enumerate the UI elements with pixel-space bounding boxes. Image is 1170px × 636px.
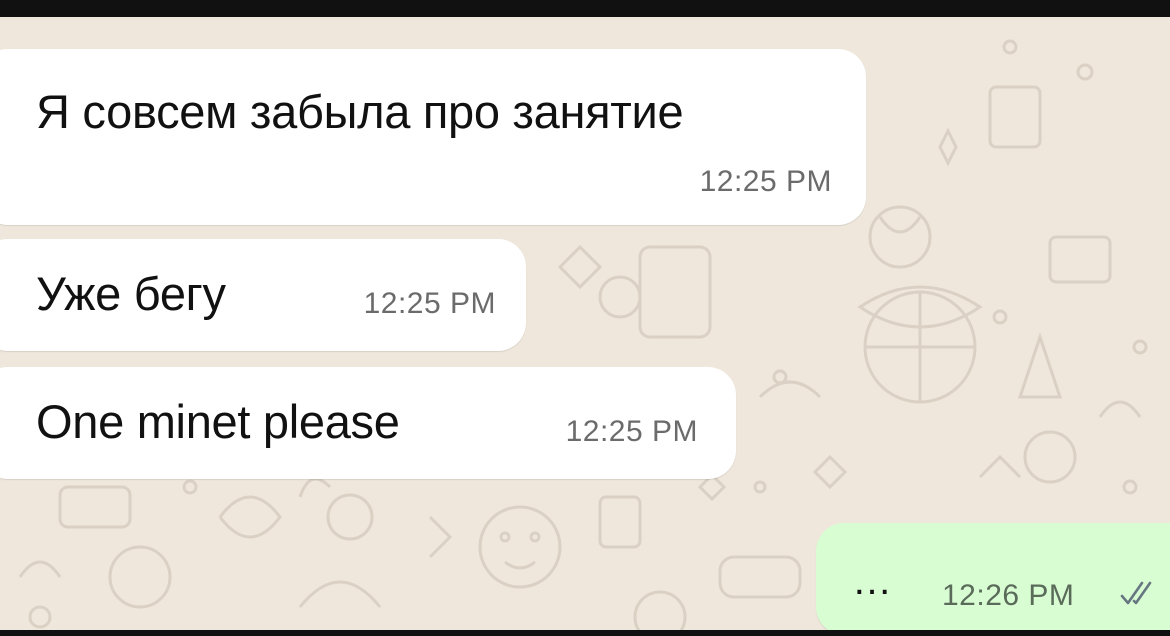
message-text: …: [852, 559, 893, 603]
message-bubble-incoming[interactable]: One minet please 12:25 PM: [0, 367, 736, 479]
message-bubble-outgoing[interactable]: … 12:26 PM: [816, 523, 1170, 630]
double-check-icon: [1120, 581, 1152, 605]
message-timestamp: 12:25 PM: [565, 415, 698, 448]
message-timestamp: 12:25 PM: [363, 287, 496, 320]
bottom-bar: [0, 630, 1170, 636]
message-timestamp: 12:26 PM: [942, 579, 1075, 612]
message-bubble-incoming[interactable]: Уже бегу 12:25 PM: [0, 239, 526, 351]
message-bubble-incoming[interactable]: Я совсем забыла про занятие 12:25 PM: [0, 49, 866, 225]
message-text: One minet please: [36, 395, 400, 448]
message-timestamp: 12:25 PM: [699, 165, 832, 198]
message-text: Уже бегу: [36, 267, 226, 320]
message-text: Я совсем забыла про занятие: [36, 85, 684, 138]
chat-area: Я совсем забыла про занятие 12:25 PM Уже…: [0, 17, 1170, 630]
